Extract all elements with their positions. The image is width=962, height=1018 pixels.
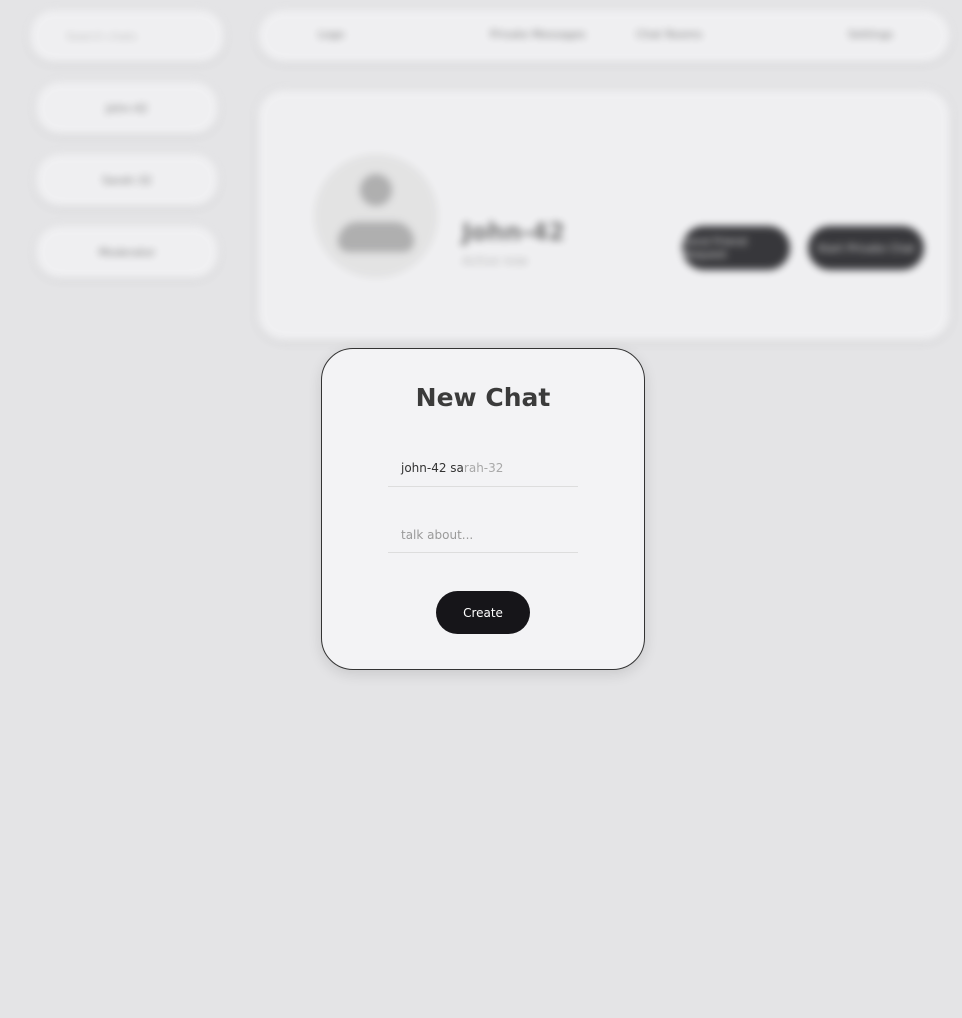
avatar-head-icon: [360, 174, 392, 206]
nav-settings[interactable]: Settings: [848, 28, 893, 41]
sidebar-item-john[interactable]: John-42: [36, 82, 218, 134]
modal-title: New Chat: [415, 383, 551, 412]
friend-request-button[interactable]: Send Friend Request: [682, 226, 790, 270]
topic-input[interactable]: [388, 517, 578, 552]
avatar: [314, 154, 438, 278]
new-chat-modal: New Chat john-42 sarah-32 Create: [321, 348, 645, 670]
search-input[interactable]: Search chats: [30, 10, 224, 62]
sidebar-item-moderator[interactable]: Moderator: [36, 226, 218, 278]
nav-private-messages[interactable]: Private Messages: [490, 28, 586, 41]
users-field: john-42 sarah-32: [388, 451, 578, 487]
profile-card: John-42 Active now Send Friend Request S…: [258, 90, 950, 340]
nav-chat-rooms[interactable]: Chat Rooms: [636, 28, 702, 41]
users-input[interactable]: [388, 451, 578, 486]
create-button[interactable]: Create: [436, 591, 530, 634]
profile-name: John-42: [462, 218, 565, 246]
avatar-body-icon: [338, 222, 414, 252]
topic-field: [388, 517, 578, 553]
nav-logo[interactable]: Logo: [318, 28, 344, 41]
sidebar-item-sarah[interactable]: Sarah-32: [36, 154, 218, 206]
private-chat-button[interactable]: Start Private Chat: [808, 226, 924, 270]
top-navigation-bar: Logo Private Messages Chat Rooms Setting…: [258, 10, 950, 62]
profile-status: Active now: [462, 254, 528, 268]
